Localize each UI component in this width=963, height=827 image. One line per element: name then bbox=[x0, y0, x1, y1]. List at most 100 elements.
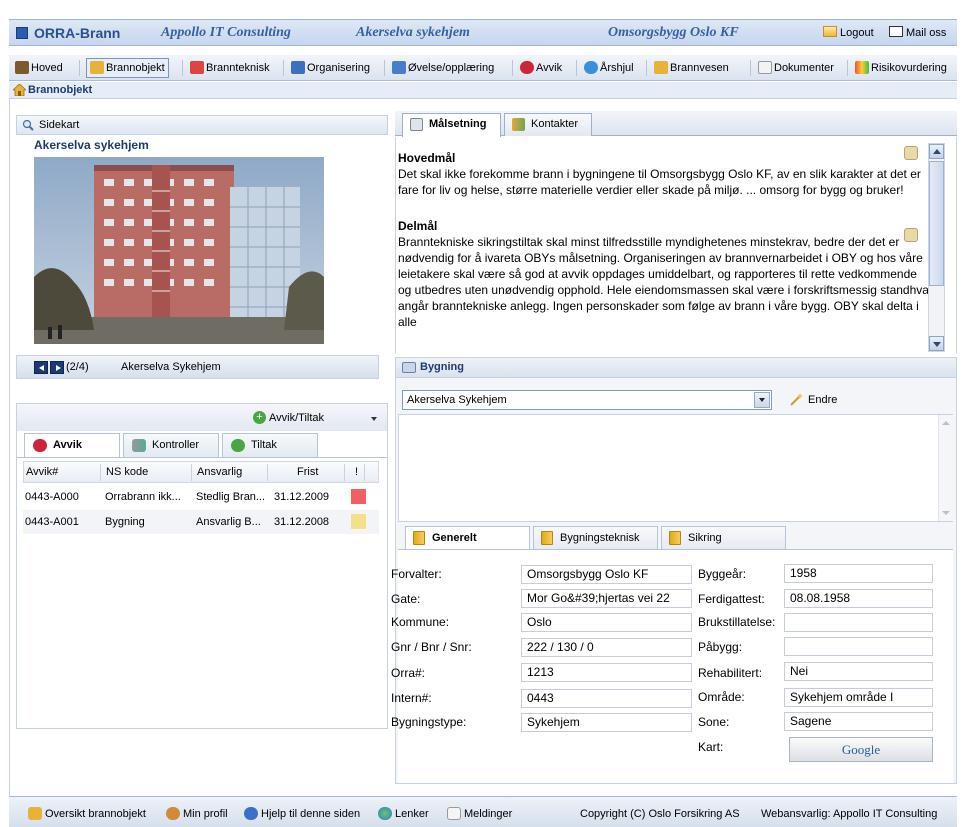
tab-arshjul[interactable]: Årshjul bbox=[580, 58, 638, 78]
tab-brannteknisk[interactable]: Brannteknisk bbox=[186, 58, 274, 78]
breadcrumb: Brannobjekt bbox=[9, 82, 957, 99]
building-select[interactable]: Akerselva Sykehjem bbox=[402, 390, 772, 410]
tab-tiltak[interactable]: Tiltak bbox=[222, 433, 318, 457]
add-avvik-tiltak-button[interactable]: Avvik/Tiltak bbox=[269, 412, 324, 424]
tab-malsetning[interactable]: Målsetning bbox=[402, 113, 501, 137]
footer-link-hjelp[interactable]: Hjelp til denne siden bbox=[244, 807, 360, 820]
column-ns-kode[interactable]: NS kode bbox=[106, 466, 148, 478]
column-avvik[interactable]: Avvik# bbox=[26, 466, 58, 478]
tab-avvik[interactable]: Avvik bbox=[516, 58, 566, 78]
column-frist[interactable]: Frist bbox=[297, 466, 318, 478]
sidekart-link[interactable]: Sidekart bbox=[39, 119, 79, 131]
label-forvalter: Forvalter: bbox=[391, 567, 442, 581]
cell-ns-kode: Bygning bbox=[105, 516, 145, 528]
google-map-button[interactable]: Google bbox=[789, 737, 933, 762]
label-gate: Gate: bbox=[391, 592, 421, 606]
next-photo-button[interactable] bbox=[50, 361, 64, 374]
field-byggeaar[interactable]: 1958 bbox=[784, 564, 933, 583]
tab-brannvesen[interactable]: Brannvesen bbox=[650, 58, 733, 78]
label-kommune: Kommune: bbox=[391, 615, 450, 629]
edit-main-goal-icon[interactable] bbox=[904, 146, 918, 160]
table-row[interactable]: 0443-A000 Orrabrann ikk... Stedlig Bran.… bbox=[23, 485, 379, 509]
label-rehabilitert: Rehabilitert: bbox=[698, 666, 763, 680]
column-flag[interactable]: ! bbox=[355, 466, 358, 478]
mail-link[interactable]: Mail oss bbox=[889, 26, 946, 39]
tab-label: Risikovurdering bbox=[871, 62, 947, 74]
avvik-grid-header: Avvik# NS kode Ansvarlig Frist ! bbox=[23, 461, 379, 483]
scroll-down-button[interactable] bbox=[929, 336, 944, 351]
copyright-text: Copyright (C) Oslo Forsikring AS bbox=[580, 808, 740, 820]
tab-hoved[interactable]: Hoved bbox=[11, 58, 67, 78]
building-notes-textarea[interactable] bbox=[398, 414, 953, 522]
footer-link-label: Min profil bbox=[183, 808, 228, 820]
building-icon bbox=[402, 362, 416, 373]
edit-sub-goal-icon[interactable] bbox=[904, 228, 918, 242]
tab-bygningsteknisk[interactable]: Bygningsteknisk bbox=[533, 526, 658, 549]
field-gnr-bnr-snr[interactable]: 222 / 130 / 0 bbox=[521, 638, 692, 657]
tab-avvik-list[interactable]: Avvik bbox=[24, 433, 120, 458]
tab-risikovurdering[interactable]: Risikovurdering bbox=[851, 58, 951, 78]
field-forvalter[interactable]: Omsorgsbygg Oslo KF bbox=[521, 565, 692, 584]
tab-generelt[interactable]: Generelt bbox=[405, 526, 530, 550]
tab-ovelse[interactable]: Øvelse/opplæring bbox=[388, 58, 498, 78]
tab-label: Kontakter bbox=[531, 118, 579, 130]
house-icon bbox=[654, 61, 668, 74]
chevron-down-icon[interactable] bbox=[371, 417, 377, 421]
tab-label: Kontroller bbox=[152, 439, 200, 451]
tab-organisering[interactable]: Organisering bbox=[287, 58, 374, 78]
tab-kontakter[interactable]: Kontakter bbox=[504, 113, 592, 136]
tab-dokumenter[interactable]: Dokumenter bbox=[754, 58, 838, 78]
column-ansvarlig[interactable]: Ansvarlig bbox=[197, 466, 242, 478]
textarea-scrollbar[interactable] bbox=[938, 415, 953, 521]
scroll-up-button[interactable] bbox=[929, 144, 944, 159]
label-pabygg: Påbygg: bbox=[698, 640, 743, 654]
field-intern[interactable]: 0443 bbox=[521, 689, 692, 708]
scroll-thumb[interactable] bbox=[929, 161, 944, 286]
status-flag bbox=[351, 489, 366, 504]
field-omrade[interactable]: Sykehjem område I bbox=[784, 688, 933, 707]
folder-icon bbox=[413, 531, 425, 545]
tab-label: Sikring bbox=[688, 532, 722, 544]
add-icon: + bbox=[253, 411, 266, 424]
previous-photo-button[interactable] bbox=[34, 361, 48, 374]
tab-label: Avvik bbox=[536, 62, 563, 74]
label-bygningstype: Bygningstype: bbox=[391, 715, 467, 729]
object-title: Akerselva sykehjem bbox=[34, 138, 149, 152]
edit-building-button[interactable]: Endre bbox=[790, 393, 837, 406]
field-pabygg[interactable] bbox=[784, 637, 933, 656]
sidekart-header[interactable]: Sidekart bbox=[16, 115, 388, 135]
field-bygningstype[interactable]: Sykehjem bbox=[521, 713, 692, 732]
footer-link-lenker[interactable]: Lenker bbox=[378, 807, 429, 820]
company-name: Appollo IT Consulting bbox=[161, 25, 291, 40]
tab-label: Bygningsteknisk bbox=[560, 532, 640, 544]
tab-label: Avvik bbox=[53, 439, 82, 451]
tab-kontroller[interactable]: Kontroller bbox=[123, 433, 219, 457]
cell-frist: 31.12.2009 bbox=[274, 491, 330, 503]
table-row[interactable]: 0443-A001 Bygning Ansvarlig B... 31.12.2… bbox=[23, 510, 379, 534]
field-rehabilitert[interactable]: Nei bbox=[784, 662, 933, 681]
footer-link-profil[interactable]: Min profil bbox=[166, 807, 228, 820]
goals-scrollbar[interactable] bbox=[928, 143, 945, 352]
field-gate[interactable]: Mor Go&#39;hjertas vei 22 bbox=[521, 589, 692, 608]
tab-sikring[interactable]: Sikring bbox=[661, 526, 786, 549]
building-photo bbox=[34, 157, 324, 344]
field-orra[interactable]: 1213 bbox=[521, 663, 692, 682]
document-icon bbox=[758, 61, 772, 74]
logout-link[interactable]: Logout bbox=[823, 26, 874, 39]
app-logo-icon bbox=[16, 27, 28, 39]
footer-link-meldinger[interactable]: Meldinger bbox=[447, 807, 512, 820]
sub-goal-title: Delmål bbox=[398, 219, 438, 233]
bar-chart-icon bbox=[132, 439, 146, 452]
tab-brannobjekt[interactable]: Brannobjekt bbox=[86, 58, 169, 78]
field-brukstillatelse[interactable] bbox=[784, 613, 933, 632]
footer-link-oversikt[interactable]: Oversikt brannobjekt bbox=[28, 807, 146, 820]
avvik-panel: + Avvik/Tiltak Avvik Kontroller Tiltak A… bbox=[16, 403, 388, 729]
field-sone[interactable]: Sagene bbox=[784, 712, 933, 731]
field-ferdigattest[interactable]: 08.08.1958 bbox=[784, 589, 933, 608]
field-kommune[interactable]: Oslo bbox=[521, 613, 692, 632]
home-book-icon bbox=[15, 61, 29, 74]
cross-shield-icon bbox=[231, 439, 245, 452]
building-header: Bygning bbox=[395, 357, 957, 378]
chevron-down-icon[interactable] bbox=[754, 392, 770, 408]
user-icon bbox=[166, 807, 180, 820]
